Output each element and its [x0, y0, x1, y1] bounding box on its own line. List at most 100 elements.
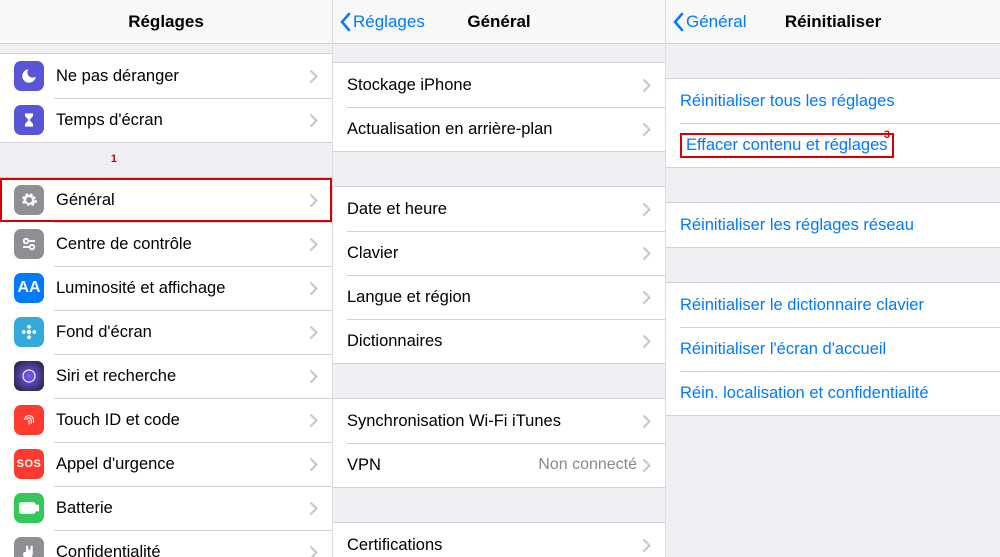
back-button[interactable]: Réglages [339, 12, 425, 32]
chevron-right-icon [310, 70, 318, 83]
fingerprint-icon [14, 405, 44, 435]
back-label: Général [686, 12, 746, 32]
chevron-right-icon [643, 203, 651, 216]
row-label: Confidentialité [56, 543, 310, 557]
row-battery[interactable]: Batterie [0, 486, 332, 530]
siri-icon [14, 361, 44, 391]
row-reset-network[interactable]: Réinitialiser les réglages réseau [666, 203, 1000, 247]
chevron-right-icon [310, 326, 318, 339]
reset-group-main: Réinitialiser tous les réglages Effacer … [666, 78, 1000, 168]
row-label: Réin. localisation et confidentialité [680, 384, 929, 403]
row-label: Fond d'écran [56, 323, 310, 342]
chevron-right-icon [643, 459, 651, 472]
general-group-datetime: Date et heure Clavier Langue et région D… [333, 186, 665, 364]
gear-icon [14, 185, 44, 215]
navbar: Général Réinitialiser [666, 0, 1000, 44]
row-label: Touch ID et code [56, 411, 310, 430]
row-label: Date et heure [347, 200, 643, 219]
row-label: Ne pas déranger [56, 67, 310, 86]
reset-group-misc: Réinitialiser le dictionnaire clavier Ré… [666, 282, 1000, 416]
navbar: Réglages Général [333, 0, 665, 44]
sos-icon: SOS [14, 449, 44, 479]
row-label: Langue et région [347, 288, 643, 307]
row-keyboard[interactable]: Clavier [333, 231, 665, 275]
row-touchid[interactable]: Touch ID et code [0, 398, 332, 442]
row-value: Non connecté [538, 456, 637, 474]
general-group-storage: Stockage iPhone Actualisation en arrière… [333, 62, 665, 152]
row-label: Batterie [56, 499, 310, 518]
row-label: VPN [347, 456, 538, 475]
settings-root-panel: Réglages Ne pas déranger Temps d'écran 1 [0, 0, 333, 557]
chevron-right-icon [310, 458, 318, 471]
general-group-cert: Certifications [333, 522, 665, 557]
row-display-brightness[interactable]: AA Luminosité et affichage [0, 266, 332, 310]
chevron-left-icon [672, 12, 684, 32]
row-control-center[interactable]: Centre de contrôle [0, 222, 332, 266]
row-label: Dictionnaires [347, 332, 643, 351]
row-label: Stockage iPhone [347, 76, 643, 95]
back-label: Réglages [353, 12, 425, 32]
row-emergency-sos[interactable]: SOS Appel d'urgence [0, 442, 332, 486]
chevron-right-icon [310, 414, 318, 427]
navbar: Réglages [0, 0, 332, 44]
row-language-region[interactable]: Langue et région [333, 275, 665, 319]
row-label: Temps d'écran [56, 111, 310, 130]
row-privacy[interactable]: Confidentialité [0, 530, 332, 557]
row-reset-home[interactable]: Réinitialiser l'écran d'accueil [666, 327, 1000, 371]
chevron-right-icon [643, 335, 651, 348]
row-label: Siri et recherche [56, 367, 310, 386]
chevron-right-icon [310, 502, 318, 515]
row-do-not-disturb[interactable]: Ne pas déranger [0, 54, 332, 98]
row-vpn[interactable]: VPN Non connecté [333, 443, 665, 487]
chevron-right-icon [310, 114, 318, 127]
row-erase-all[interactable]: Effacer contenu et réglages 3 [666, 123, 1000, 167]
row-general[interactable]: Général [0, 178, 332, 222]
flower-icon [14, 317, 44, 347]
battery-icon [14, 493, 44, 523]
row-label: Effacer contenu et réglages [680, 133, 894, 158]
row-reset-keyboard-dict[interactable]: Réinitialiser le dictionnaire clavier [666, 283, 1000, 327]
chevron-right-icon [310, 282, 318, 295]
chevron-right-icon [643, 415, 651, 428]
hourglass-icon [14, 105, 44, 135]
row-label: Réinitialiser les réglages réseau [680, 216, 914, 235]
chevron-right-icon [310, 546, 318, 557]
row-label: Centre de contrôle [56, 235, 310, 254]
row-label: Réinitialiser le dictionnaire clavier [680, 296, 924, 315]
row-reset-all-settings[interactable]: Réinitialiser tous les réglages [666, 79, 1000, 123]
annotation-3: 3 [884, 129, 890, 141]
row-label: Réinitialiser l'écran d'accueil [680, 340, 886, 359]
row-label: Général [56, 191, 310, 210]
navbar-title: Réglages [0, 12, 332, 32]
row-label: Synchronisation Wi-Fi iTunes [347, 412, 643, 431]
text-size-icon: AA [14, 273, 44, 303]
chevron-right-icon [643, 291, 651, 304]
chevron-right-icon [643, 247, 651, 260]
row-wifi-itunes-sync[interactable]: Synchronisation Wi-Fi iTunes [333, 399, 665, 443]
row-wallpaper[interactable]: Fond d'écran [0, 310, 332, 354]
general-panel: Réglages Général Stockage iPhone Actuali… [333, 0, 666, 557]
row-siri[interactable]: Siri et recherche [0, 354, 332, 398]
chevron-right-icon [643, 79, 651, 92]
chevron-right-icon [310, 370, 318, 383]
chevron-right-icon [643, 123, 651, 136]
settings-group-dnd: Ne pas déranger Temps d'écran [0, 53, 332, 143]
row-label: Réinitialiser tous les réglages [680, 92, 895, 111]
row-date-time[interactable]: Date et heure [333, 187, 665, 231]
reset-panel: Général Réinitialiser Réinitialiser tous… [666, 0, 1000, 557]
row-certifications[interactable]: Certifications [333, 523, 665, 557]
row-label: Clavier [347, 244, 643, 263]
row-label: Luminosité et affichage [56, 279, 310, 298]
hand-icon [14, 537, 44, 557]
back-button[interactable]: Général [672, 12, 746, 32]
chevron-right-icon [310, 194, 318, 207]
row-screen-time[interactable]: Temps d'écran [0, 98, 332, 142]
row-background-refresh[interactable]: Actualisation en arrière-plan [333, 107, 665, 151]
sliders-icon [14, 229, 44, 259]
chevron-left-icon [339, 12, 351, 32]
row-iphone-storage[interactable]: Stockage iPhone [333, 63, 665, 107]
row-dictionaries[interactable]: Dictionnaires [333, 319, 665, 363]
general-group-sync: Synchronisation Wi-Fi iTunes VPN Non con… [333, 398, 665, 488]
row-reset-location-privacy[interactable]: Réin. localisation et confidentialité [666, 371, 1000, 415]
row-label: Certifications [347, 536, 643, 555]
